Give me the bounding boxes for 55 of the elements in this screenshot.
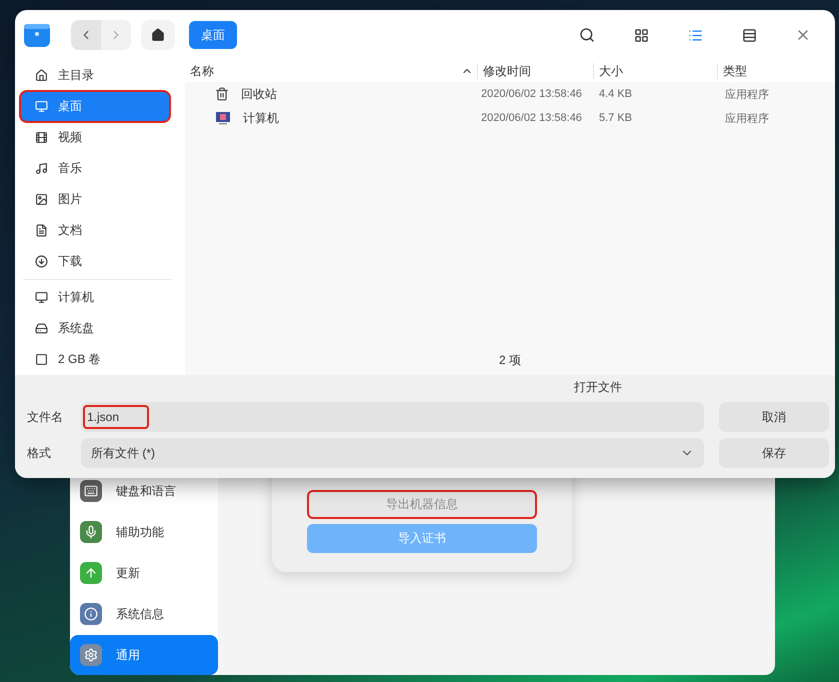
size-cell-text: 5.7 KB bbox=[598, 112, 632, 124]
settings-nav-item[interactable]: 键盘和语言 bbox=[70, 471, 218, 511]
file-name[interactable]: 回收站 bbox=[241, 86, 277, 102]
place-icon bbox=[35, 100, 48, 113]
filename-field[interactable]: 1.json bbox=[81, 402, 704, 432]
place-icon bbox=[35, 255, 48, 268]
modified-cell-text: 2020/06/02 13:58:46 bbox=[480, 88, 582, 100]
type-cell-text: 应用程序 bbox=[724, 88, 769, 102]
sidebar-item[interactable]: 下载 bbox=[21, 247, 169, 276]
size-cell-text: 4.4 KB bbox=[598, 88, 632, 100]
breadcrumb-button[interactable]: 桌面 bbox=[189, 21, 237, 49]
list-view-icon bbox=[688, 28, 702, 42]
settings-nav-item[interactable]: 通用 bbox=[70, 635, 218, 675]
column-header[interactable]: 类型 bbox=[717, 63, 835, 79]
field-label: 格式 bbox=[27, 444, 52, 462]
home-icon bbox=[151, 28, 165, 42]
computer-icon bbox=[215, 111, 231, 125]
modified-cell-text: 2020/06/02 13:58:46 bbox=[480, 112, 582, 124]
settings-nav-item[interactable]: 系统信息 bbox=[70, 594, 218, 634]
sidebar-item[interactable]: 系统盘 bbox=[21, 314, 169, 343]
sidebar-item[interactable]: 主目录 bbox=[21, 61, 169, 90]
settings-nav-item[interactable]: 辅助功能 bbox=[70, 512, 218, 552]
rows-view-icon bbox=[742, 28, 756, 42]
column-header[interactable]: 修改时间 bbox=[477, 63, 593, 79]
place-icon bbox=[35, 193, 48, 206]
save-button[interactable]: 保存 bbox=[719, 438, 829, 468]
sidebar-item[interactable]: 2 GB 卷 bbox=[21, 345, 169, 374]
search-icon bbox=[579, 27, 595, 43]
sidebar-item[interactable]: 音乐 bbox=[21, 154, 169, 183]
dialog-title: 打开文件 bbox=[574, 379, 622, 396]
format-select[interactable]: 所有文件 (*) bbox=[81, 438, 704, 468]
place-icon bbox=[35, 353, 48, 366]
settings-nav-item[interactable]: 更新 bbox=[70, 553, 218, 593]
cancel-button[interactable]: 取消 bbox=[719, 402, 829, 432]
type-cell-text: 应用程序 bbox=[724, 112, 769, 126]
sidebar-item[interactable]: 桌面 bbox=[21, 92, 169, 121]
place-icon bbox=[35, 69, 48, 82]
place-icon bbox=[35, 162, 48, 175]
file-name[interactable]: 计算机 bbox=[243, 110, 279, 126]
column-header[interactable]: 大小 bbox=[593, 63, 717, 79]
sidebar-item[interactable]: 视频 bbox=[21, 123, 169, 152]
sidebar-item[interactable]: 计算机 bbox=[21, 283, 169, 312]
grid-view-icon bbox=[634, 28, 648, 42]
field-label: 文件名 bbox=[27, 408, 64, 426]
column-header[interactable]: 名称 bbox=[185, 63, 477, 79]
place-icon bbox=[35, 224, 48, 237]
trash-icon bbox=[215, 87, 229, 101]
place-icon bbox=[35, 131, 48, 144]
place-icon bbox=[35, 322, 48, 335]
sidebar-item[interactable]: 文档 bbox=[21, 216, 169, 245]
home-button[interactable] bbox=[141, 20, 175, 50]
place-icon bbox=[35, 291, 48, 304]
sidebar-item[interactable]: 图片 bbox=[21, 185, 169, 214]
item-count: 2 项 bbox=[498, 352, 521, 369]
app-icon bbox=[23, 21, 51, 49]
